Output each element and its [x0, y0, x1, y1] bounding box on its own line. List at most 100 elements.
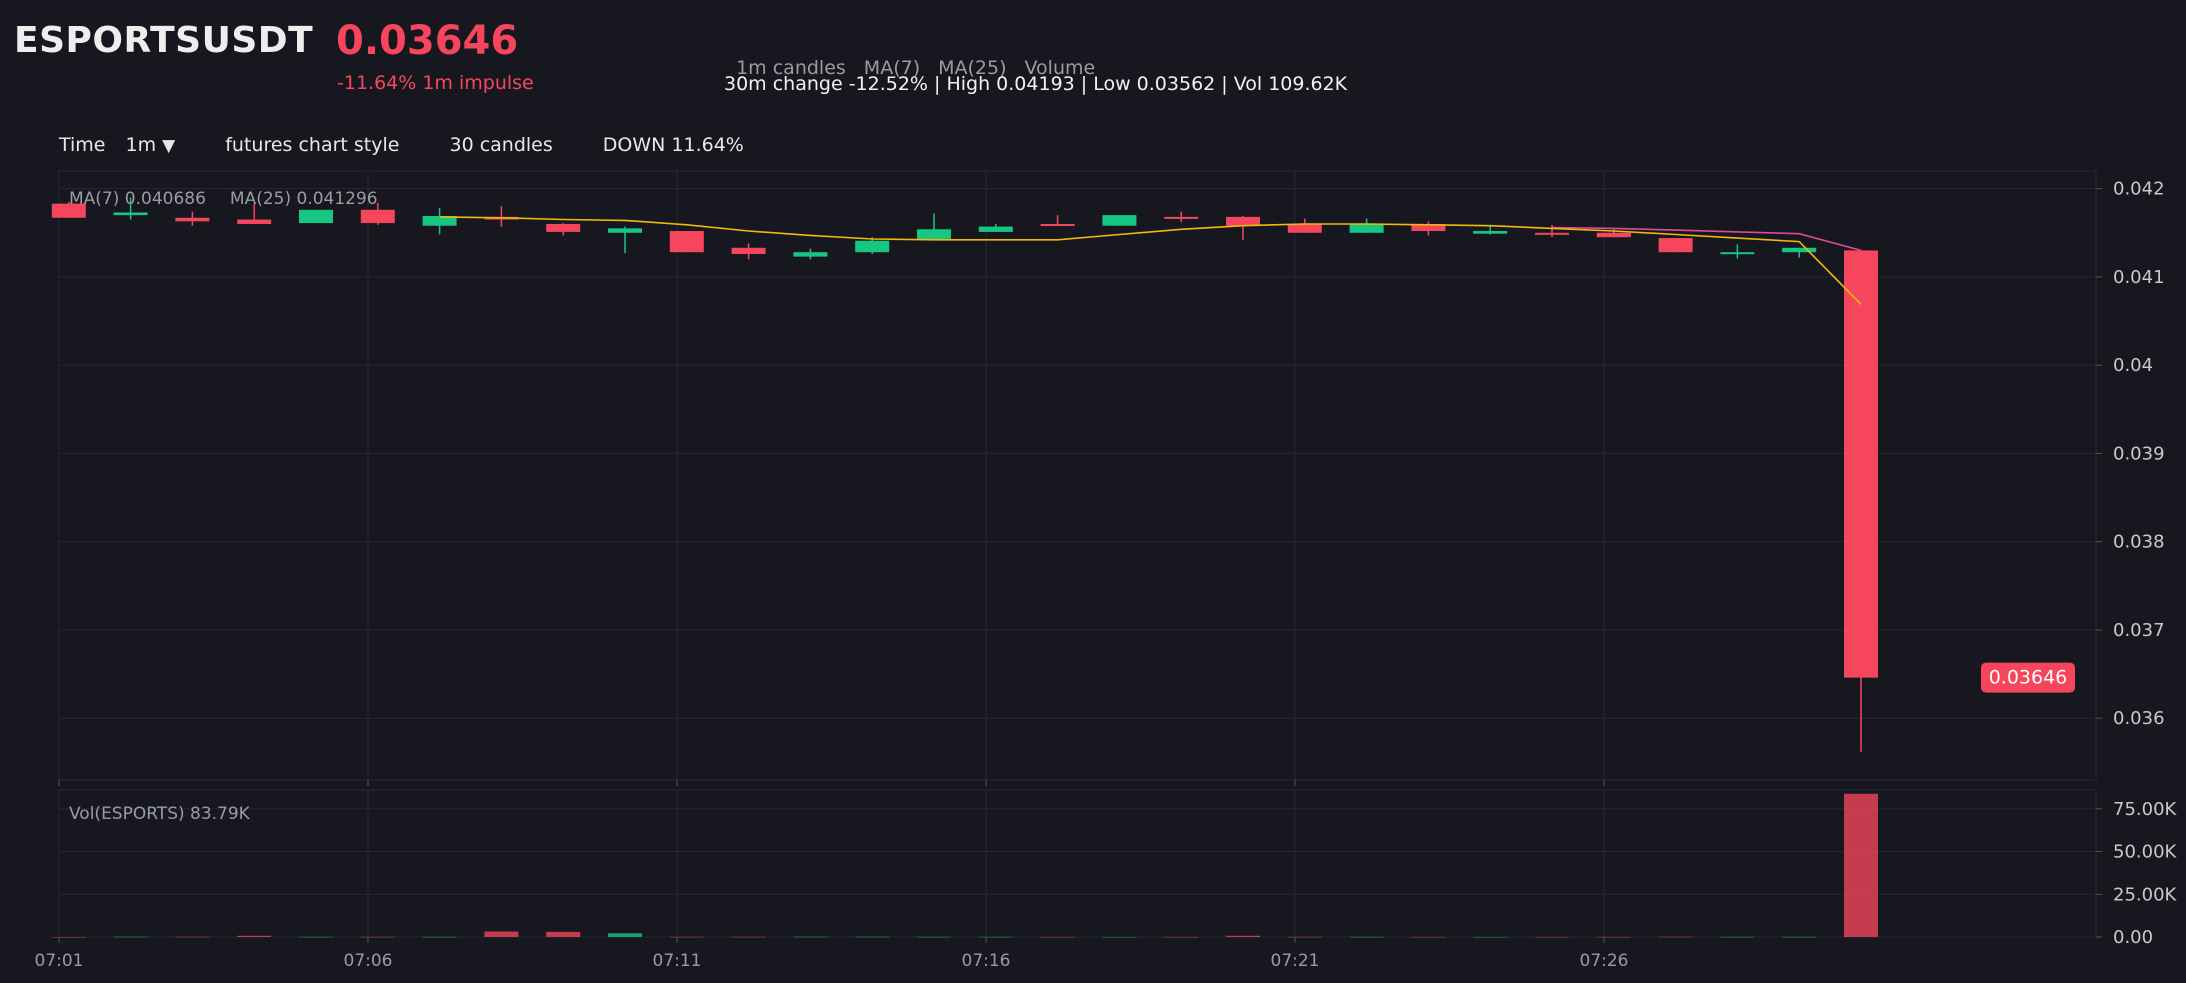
- candle: [917, 213, 951, 240]
- volume-bar: [1473, 936, 1508, 938]
- candle-body: [175, 217, 210, 222]
- candle: [1411, 221, 1446, 236]
- candle: [422, 208, 457, 235]
- candle: [1535, 224, 1569, 238]
- ma25-legend-item: MA(25) 0.041296: [230, 189, 378, 209]
- volume-bar: [1040, 936, 1075, 938]
- candle-body: [1102, 215, 1137, 226]
- candle-body: [1658, 238, 1693, 253]
- volume-bar: [1164, 936, 1199, 938]
- volume-bar: [422, 936, 457, 938]
- volume-bar: [175, 936, 210, 938]
- last-price-tag-label: 0.03646: [1989, 667, 2068, 689]
- candle-body: [237, 219, 272, 224]
- volume-bar: [731, 936, 766, 938]
- x-tick-label: 07:26: [1580, 951, 1629, 971]
- candle-body: [978, 226, 1013, 232]
- candle-body: [1782, 247, 1817, 253]
- candle-body: [855, 240, 890, 253]
- candle: [608, 226, 642, 254]
- candle-body: [113, 212, 148, 216]
- candle: [1473, 225, 1508, 235]
- candle-body: [299, 209, 333, 224]
- chart-canvas[interactable]: 07:01 07:06 07:11 07:16 07:21 07:26 0.036 0.037…: [0, 0, 2186, 983]
- candle: [1658, 238, 1693, 253]
- volume-bar: [1720, 936, 1755, 938]
- y-tick-label: 0.041: [2113, 267, 2165, 288]
- candle-body: [669, 231, 704, 253]
- y-tick-label: 50.00K: [2113, 842, 2178, 863]
- candle-body: [546, 223, 581, 232]
- candle: [731, 243, 766, 260]
- candle: [1164, 211, 1199, 223]
- volume-bar: [917, 936, 951, 938]
- volume-bar: [1102, 936, 1137, 938]
- ma-lines: [439, 216, 1862, 305]
- y-tick-label: 0.036: [2113, 708, 2165, 729]
- candle-body: [731, 247, 766, 254]
- y-tick-label: 0.039: [2113, 443, 2165, 464]
- candle-body: [608, 228, 642, 233]
- y-tick-label: 25.00K: [2113, 884, 2178, 905]
- volume-bar: [793, 936, 828, 938]
- ma7-legend-item: MA(7) 0.040686: [69, 189, 206, 209]
- candle: [669, 231, 704, 253]
- x-tick-label: 07:06: [344, 951, 393, 971]
- volume-bar: [1411, 936, 1446, 938]
- volume-bar: [1535, 936, 1569, 938]
- volume-bar: [237, 935, 272, 937]
- volume-bar: [484, 931, 519, 937]
- y-tick-label: 0.00: [2113, 927, 2153, 948]
- y-tick-label: 0.04: [2113, 355, 2153, 376]
- candle: [175, 211, 210, 226]
- volume-bar: [1349, 936, 1384, 938]
- candle-body: [1720, 252, 1755, 255]
- volume-bar: [855, 936, 890, 938]
- candle: [299, 209, 333, 224]
- volume-bar: [1844, 793, 1878, 937]
- volume-bar: [360, 936, 395, 938]
- volume-bar: [1782, 936, 1817, 938]
- volume-bar: [113, 936, 148, 938]
- volume-panel-frame: [58, 789, 2097, 938]
- volume-bar: [608, 933, 642, 937]
- candle-body: [1535, 232, 1569, 235]
- y-tick-label: 0.042: [2113, 179, 2165, 200]
- candle-body: [1596, 232, 1631, 238]
- candle: [1720, 244, 1755, 259]
- y-tick-label: 0.038: [2113, 532, 2165, 553]
- x-tick-label: 07:21: [1271, 951, 1320, 971]
- candle-body: [1287, 223, 1322, 233]
- price-panel-frame: [58, 170, 2097, 781]
- volume-bar: [299, 936, 333, 938]
- candle-body: [1349, 223, 1384, 233]
- candle: [1349, 218, 1384, 233]
- candle: [1226, 216, 1260, 240]
- x-tick-label: 07:11: [653, 951, 702, 971]
- candle: [793, 248, 828, 260]
- candle-body: [1164, 216, 1199, 219]
- volume-bar: [1596, 936, 1631, 938]
- volume-bar: [978, 936, 1013, 938]
- candle-body: [360, 209, 395, 224]
- volume-bar: [1226, 935, 1260, 937]
- candle: [546, 223, 581, 236]
- candle-body: [1844, 250, 1878, 678]
- volume-bar: [546, 931, 581, 937]
- volume-bar: [669, 936, 704, 938]
- candle-body: [1473, 231, 1508, 234]
- candle-body: [1226, 216, 1260, 226]
- y-tick-label: 0.037: [2113, 620, 2165, 641]
- candle: [1844, 250, 1878, 752]
- candle-body: [1040, 223, 1075, 226]
- candle: [1040, 215, 1075, 226]
- x-tick-label: 07:16: [962, 951, 1011, 971]
- x-tick-label: 07:01: [35, 951, 84, 971]
- volume-bar: [1287, 936, 1322, 938]
- candle-body: [917, 229, 951, 240]
- volume-legend: Vol(ESPORTS) 83.79K: [69, 804, 251, 824]
- volume-bar: [51, 937, 86, 938]
- candle: [978, 223, 1013, 232]
- candle: [1287, 218, 1322, 233]
- y-tick-label: 75.00K: [2113, 799, 2178, 820]
